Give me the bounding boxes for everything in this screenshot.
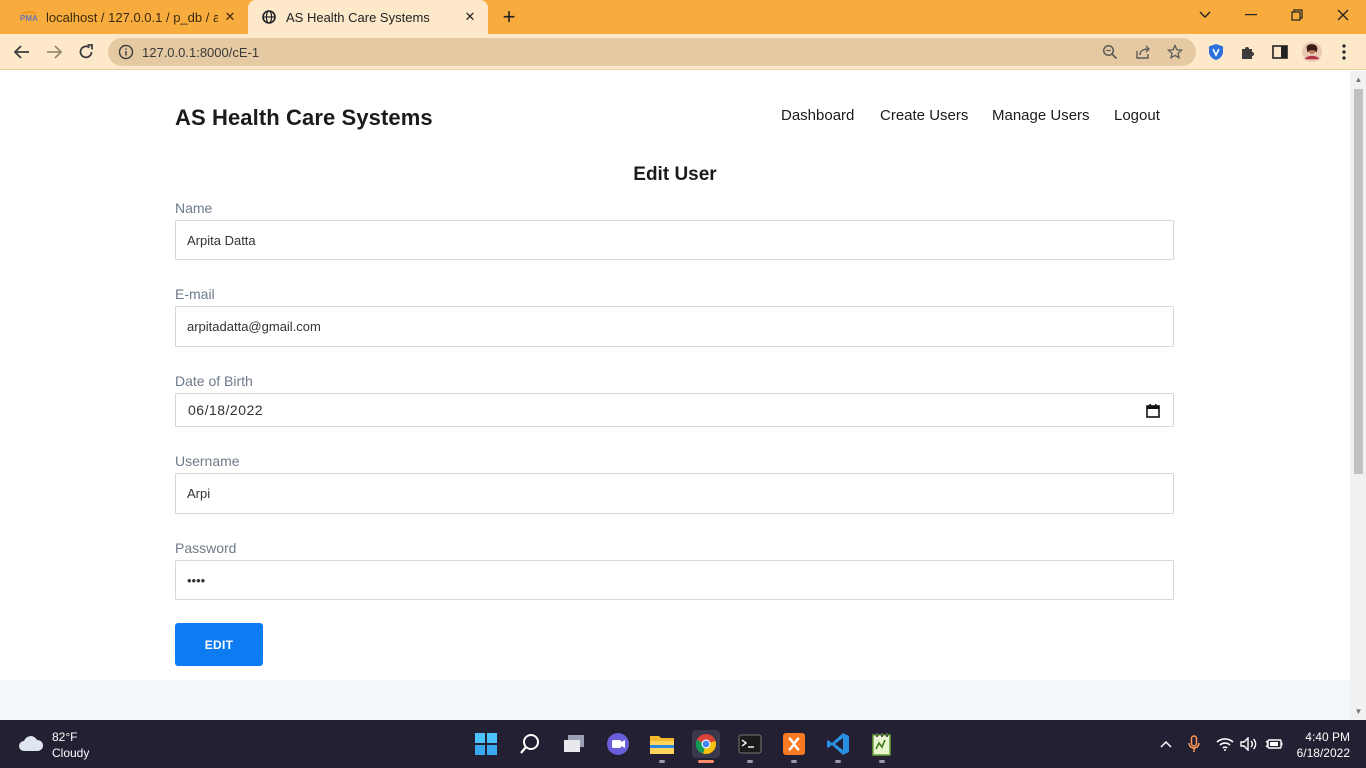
name-value: Arpita Datta <box>187 232 256 248</box>
taskbar-indicator <box>747 760 753 763</box>
taskbar-indicator <box>879 760 885 763</box>
clock-time: 4:40 PM <box>1305 730 1350 744</box>
url-text: 127.0.0.1:8000/cE-1 <box>142 45 260 60</box>
password-value: •••• <box>187 572 206 588</box>
xampp-icon[interactable] <box>780 730 808 758</box>
weather-widget[interactable]: 82°F Cloudy <box>18 729 89 761</box>
notepad-plus-plus-icon[interactable] <box>868 730 896 758</box>
zoom-icon[interactable] <box>1102 44 1118 60</box>
tab-phpmyadmin[interactable]: PMA localhost / 127.0.0.1 / p_db / adm ✕ <box>8 0 248 34</box>
dob-date-field[interactable]: 06/18/2022 <box>175 393 1174 427</box>
username-label: Username <box>175 453 240 469</box>
restore-icon[interactable] <box>1274 0 1320 30</box>
chevron-up-icon[interactable] <box>1156 734 1176 754</box>
nav-logout[interactable]: Logout <box>1114 107 1160 124</box>
taskbar-indicator <box>791 760 797 763</box>
bookmark-star-icon[interactable] <box>1166 43 1184 60</box>
footer-band <box>0 680 1350 720</box>
search-icon[interactable] <box>516 730 544 758</box>
address-bar[interactable]: 127.0.0.1:8000/cE-1 <box>108 38 1196 66</box>
browser-toolbar: 127.0.0.1:8000/cE-1 <box>0 34 1366 70</box>
info-icon[interactable] <box>118 44 134 60</box>
taskbar-indicator <box>659 760 665 763</box>
side-panel-icon[interactable] <box>1270 42 1290 62</box>
share-icon[interactable] <box>1135 44 1151 60</box>
forward-arrow-icon[interactable] <box>40 38 68 66</box>
email-value: arpitadatta@gmail.com <box>187 319 321 334</box>
tab-as-health-care[interactable]: AS Health Care Systems ✕ <box>248 0 488 34</box>
nav-create-users[interactable]: Create Users <box>880 107 968 124</box>
cloud-icon <box>18 734 44 757</box>
email-label: E-mail <box>175 286 215 302</box>
tab-search-chevron-icon[interactable] <box>1182 0 1228 30</box>
extensions-puzzle-icon[interactable] <box>1238 42 1258 62</box>
svg-text:PMA: PMA <box>20 14 38 23</box>
edit-button[interactable]: EDIT <box>175 623 263 666</box>
close-icon[interactable]: ✕ <box>458 5 482 29</box>
nav-manage-users[interactable]: Manage Users <box>992 107 1090 124</box>
windows-start-icon[interactable] <box>472 730 500 758</box>
teams-chat-icon[interactable] <box>604 730 632 758</box>
page-scrollbar[interactable]: ▲ ▼ <box>1350 71 1366 720</box>
phpmyadmin-icon: PMA <box>20 9 38 25</box>
vscode-icon[interactable] <box>824 730 852 758</box>
nav-dashboard[interactable]: Dashboard <box>781 107 854 124</box>
scroll-up-icon[interactable]: ▲ <box>1354 75 1363 84</box>
system-clock[interactable]: 4:40 PM 6/18/2022 <box>1297 729 1350 761</box>
name-label: Name <box>175 200 213 216</box>
password-label: Password <box>175 540 237 556</box>
reload-icon[interactable] <box>72 38 100 66</box>
close-icon[interactable]: ✕ <box>218 5 242 29</box>
volume-icon[interactable] <box>1239 734 1259 754</box>
browser-tab-strip: PMA localhost / 127.0.0.1 / p_db / adm ✕… <box>0 0 1366 34</box>
weather-desc: Cloudy <box>52 746 90 760</box>
file-explorer-icon[interactable] <box>648 730 676 758</box>
username-field[interactable]: Arpi <box>175 473 1174 514</box>
taskbar-indicator <box>835 760 841 763</box>
clock-date: 6/18/2022 <box>1296 746 1350 760</box>
page-viewport: AS Health Care Systems Dashboard Create … <box>0 71 1350 720</box>
weather-temp: 82°F <box>52 730 78 744</box>
profile-avatar[interactable] <box>1302 42 1322 62</box>
name-field[interactable]: Arpita Datta <box>175 220 1174 260</box>
new-tab-button[interactable]: + <box>496 4 522 30</box>
menu-kebab-icon[interactable] <box>1334 42 1354 62</box>
username-value: Arpi <box>187 486 211 501</box>
taskbar-indicator-active <box>698 760 714 763</box>
wifi-icon[interactable] <box>1215 734 1235 754</box>
close-window-icon[interactable] <box>1320 0 1366 30</box>
email-field[interactable]: arpitadatta@gmail.com <box>175 306 1174 347</box>
scrollbar-thumb[interactable] <box>1354 89 1363 474</box>
site-brand[interactable]: AS Health Care Systems <box>175 105 433 131</box>
dob-label: Date of Birth <box>175 373 253 389</box>
tab-title: localhost / 127.0.0.1 / p_db / adm <box>46 9 218 25</box>
minimize-icon[interactable] <box>1228 0 1274 30</box>
task-view-icon[interactable] <box>560 730 588 758</box>
calendar-icon[interactable] <box>1146 404 1160 418</box>
terminal-icon[interactable] <box>736 730 764 758</box>
dob-value: 06/18/2022 <box>188 402 264 418</box>
page-title: Edit User <box>633 164 717 185</box>
chrome-icon[interactable] <box>692 730 720 758</box>
scroll-down-icon[interactable]: ▼ <box>1354 707 1363 716</box>
windows-taskbar: 82°F Cloudy 4:40 PM 6/18/2022 <box>0 720 1366 768</box>
battery-icon[interactable] <box>1264 734 1284 754</box>
microphone-icon[interactable] <box>1184 734 1204 754</box>
back-arrow-icon[interactable] <box>8 38 36 66</box>
password-field[interactable]: •••• <box>175 560 1174 600</box>
globe-icon <box>260 9 278 25</box>
shield-extension-icon[interactable] <box>1206 42 1226 62</box>
tab-title: AS Health Care Systems <box>286 9 430 25</box>
